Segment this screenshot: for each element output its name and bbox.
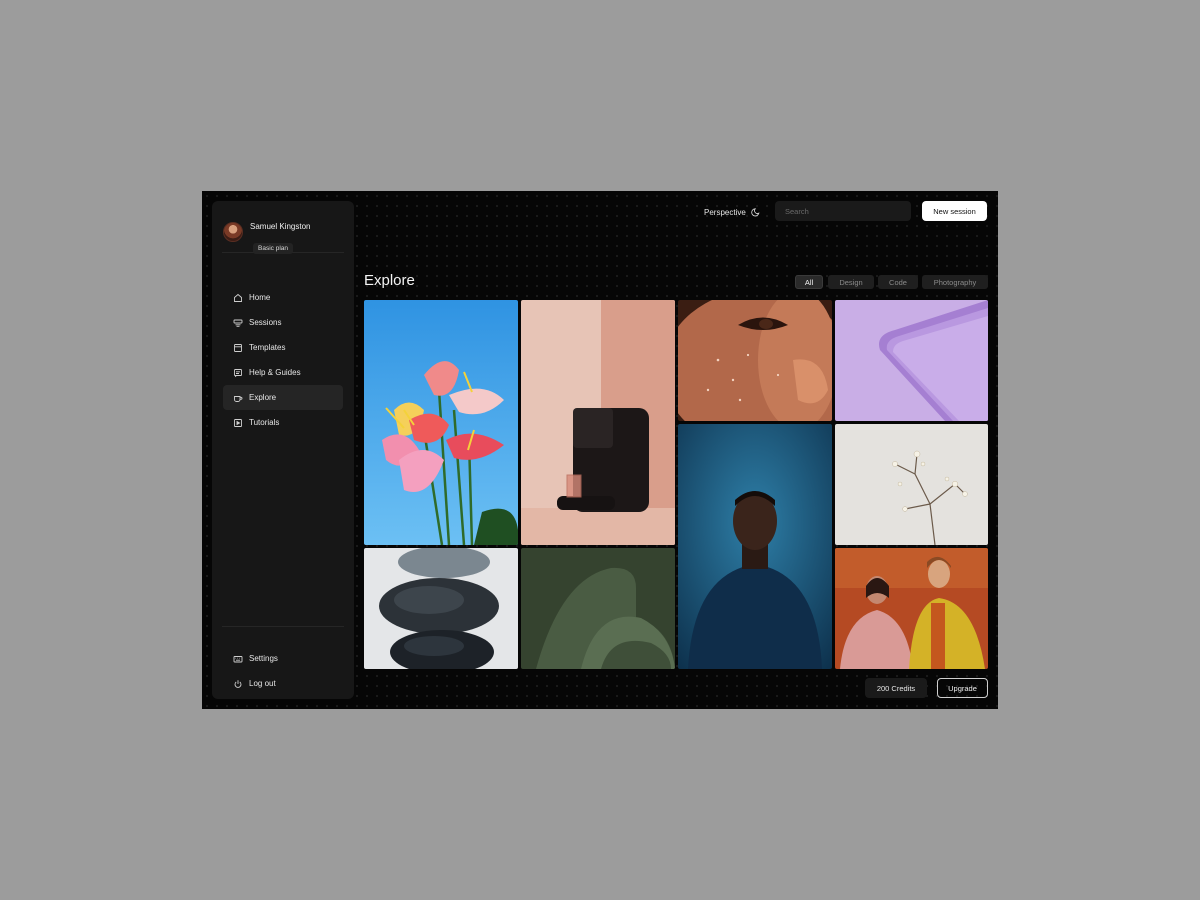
headphones-image (521, 548, 675, 669)
sidebar-item-label: Help & Guides (249, 368, 301, 377)
sidebar: Samuel Kingston Basic plan Home Sessions (212, 201, 354, 699)
avatar (223, 222, 243, 242)
sidebar-item-label: Sessions (249, 318, 281, 327)
coffee-machine-image (521, 300, 675, 545)
filter-design[interactable]: Design (828, 275, 874, 289)
blossom-image (835, 424, 988, 545)
sidebar-item-sessions[interactable]: Sessions (223, 310, 343, 335)
sidebar-item-label: Tutorials (249, 418, 279, 427)
gallery-tile-couple[interactable] (835, 548, 988, 669)
gallery-tile-headphones[interactable] (521, 548, 675, 669)
gallery-tile-man-portrait[interactable] (678, 424, 832, 669)
cup-icon (233, 393, 243, 403)
sidebar-item-label: Log out (249, 679, 276, 688)
gallery-tile-blossom[interactable] (835, 424, 988, 545)
sidebar-item-label: Templates (249, 343, 285, 352)
sidebar-divider (222, 626, 344, 627)
help-icon (233, 368, 243, 378)
couple-image (835, 548, 988, 669)
sidebar-item-explore[interactable]: Explore (223, 385, 343, 410)
sidebar-nav: Home Sessions Templates Help & Guides (223, 285, 343, 435)
new-session-button[interactable]: New session (922, 201, 987, 221)
flowers-image (364, 300, 518, 545)
app-window: Samuel Kingston Basic plan Home Sessions (202, 191, 998, 709)
filter-all[interactable]: All (795, 275, 823, 289)
page-title: Explore (364, 272, 415, 289)
upgrade-button[interactable]: Upgrade (937, 678, 988, 698)
sidebar-item-label: Explore (249, 393, 276, 402)
moon-icon (751, 207, 761, 217)
sidebar-item-label: Home (249, 293, 270, 302)
play-icon (233, 418, 243, 428)
power-icon (233, 679, 243, 689)
sidebar-item-settings[interactable]: Settings (223, 646, 343, 671)
gallery-tile-tablet[interactable] (835, 300, 988, 421)
gallery-tile-face[interactable] (678, 300, 832, 421)
gallery-tile-stones[interactable] (364, 548, 518, 669)
sessions-icon (233, 318, 243, 328)
templates-icon (233, 343, 243, 353)
sidebar-bottom-nav: Settings Log out (223, 646, 343, 696)
tablet-image (835, 300, 988, 421)
stones-image (364, 548, 518, 669)
keyboard-icon (233, 654, 243, 664)
filter-code[interactable]: Code (878, 275, 918, 289)
user-profile[interactable]: Samuel Kingston Basic plan (222, 211, 344, 253)
plan-badge: Basic plan (253, 243, 293, 254)
sidebar-item-home[interactable]: Home (223, 285, 343, 310)
filter-photography[interactable]: Photography (922, 275, 988, 289)
perspective-label: Perspective (704, 208, 746, 217)
face-image (678, 300, 832, 421)
gallery-tile-coffee-machine[interactable] (521, 300, 675, 545)
credits-badge: 200 Credits (865, 678, 927, 698)
sidebar-item-templates[interactable]: Templates (223, 335, 343, 360)
man-portrait-image (678, 424, 832, 669)
gallery-tile-flowers[interactable] (364, 300, 518, 545)
home-icon (233, 293, 243, 303)
user-name: Samuel Kingston (250, 222, 310, 231)
sidebar-item-tutorials[interactable]: Tutorials (223, 410, 343, 435)
sidebar-item-help-guides[interactable]: Help & Guides (223, 360, 343, 385)
sidebar-item-label: Settings (249, 654, 278, 663)
sidebar-item-logout[interactable]: Log out (223, 671, 343, 696)
search-input[interactable] (775, 201, 911, 221)
perspective-toggle[interactable]: Perspective (704, 207, 761, 217)
